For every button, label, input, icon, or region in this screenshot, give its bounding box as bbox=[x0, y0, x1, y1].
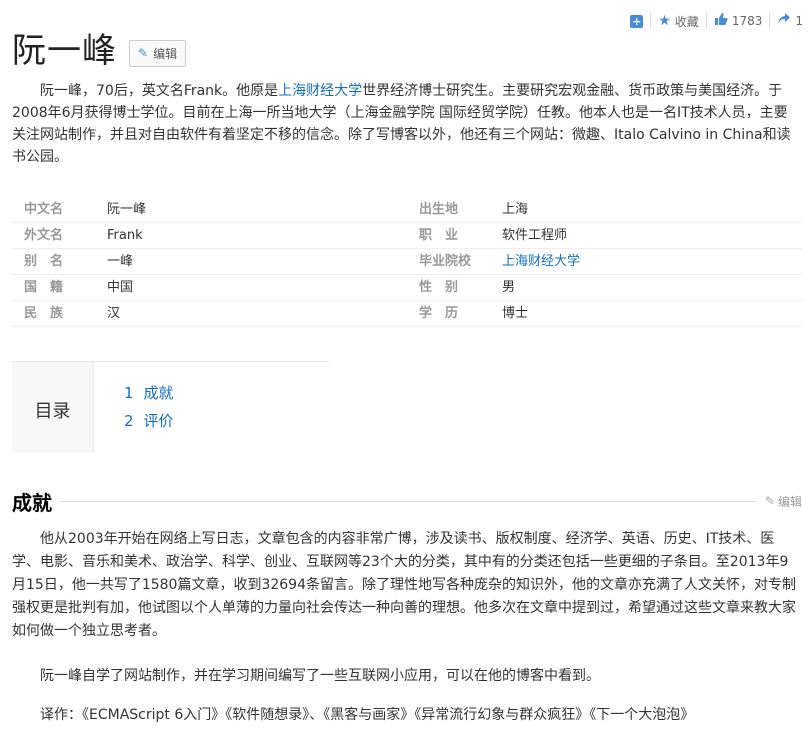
share-button[interactable]: 1 bbox=[769, 13, 810, 29]
toc-item-label: 成就 bbox=[143, 384, 174, 402]
university-link[interactable]: 上海财经大学 bbox=[278, 83, 362, 99]
section-header: 成就 ✎ 编辑 bbox=[12, 487, 802, 515]
info-row: 外文名 Frank 职 业 软件工程师 bbox=[12, 223, 802, 249]
toc-item-achievements[interactable]: 1 成就 bbox=[124, 379, 329, 407]
section-paragraph: 阮一峰自学了网站制作，并在学习期间编写了一些互联网小应用，可以在他的博客中看到。 bbox=[40, 668, 600, 684]
plus-icon: + bbox=[630, 14, 644, 28]
info-value: 一峰 bbox=[107, 254, 134, 269]
info-row: 国 籍 中国 性 别 男 bbox=[12, 275, 802, 301]
section-edit-button[interactable]: ✎ 编辑 bbox=[765, 493, 802, 510]
add-button[interactable]: + bbox=[623, 13, 650, 29]
like-button[interactable]: 1783 bbox=[705, 12, 770, 30]
collect-button[interactable]: ★ 收藏 bbox=[650, 13, 706, 29]
section-divider bbox=[60, 500, 757, 502]
info-key: 性 别 bbox=[419, 280, 459, 295]
info-value: 软件工程师 bbox=[502, 228, 568, 243]
collect-label: 收藏 bbox=[674, 14, 699, 29]
star-icon: ★ bbox=[658, 13, 671, 29]
like-count: 1783 bbox=[731, 14, 763, 28]
pencil-icon: ✎ bbox=[764, 494, 775, 508]
toc-item-evaluation[interactable]: 2 评价 bbox=[124, 407, 329, 435]
toc-number: 1 bbox=[124, 384, 134, 402]
info-key: 别 名 bbox=[24, 254, 64, 269]
info-value: 中国 bbox=[107, 280, 134, 295]
info-row: 别 名 一峰 毕业院校 上海财经大学 bbox=[12, 249, 802, 275]
info-value: 汉 bbox=[107, 306, 121, 321]
title-row: 阮一峰 ✎ 编辑 bbox=[12, 30, 187, 72]
info-value: Frank bbox=[107, 228, 143, 243]
section-paragraph: 他从2003年开始在网络上写日志，文章包含的内容非常广博，涉及读书、版权制度、经… bbox=[12, 531, 796, 639]
section-title: 成就 bbox=[12, 490, 52, 515]
summary-paragraph: 阮一峰，70后，英文名Frank。他原是上海财经大学世界经济博士研究生。主要研究… bbox=[12, 80, 794, 168]
info-key: 职 业 bbox=[419, 228, 459, 243]
school-link[interactable]: 上海财经大学 bbox=[502, 254, 580, 269]
toc-list: 1 成就 2 评价 bbox=[94, 362, 329, 453]
share-icon bbox=[777, 12, 791, 30]
toc-label: 目录 bbox=[12, 362, 94, 453]
info-key: 外文名 bbox=[24, 228, 64, 243]
info-key: 出生地 bbox=[419, 202, 459, 217]
edit-button[interactable]: ✎ 编辑 bbox=[129, 39, 187, 67]
table-of-contents: 目录 1 成就 2 评价 bbox=[12, 361, 329, 453]
info-value: 男 bbox=[502, 280, 516, 295]
section-paragraph: 译作：《ECMAScript 6入门》《软件随想录》、《黑客与画家》《异常流行幻… bbox=[40, 707, 695, 723]
section-edit-label: 编辑 bbox=[777, 494, 802, 509]
top-toolbar: + ★ 收藏 1783 1 bbox=[623, 10, 810, 32]
info-value: 阮一峰 bbox=[107, 202, 147, 217]
summary-text-1: 阮一峰，70后，英文名Frank。他原是 bbox=[40, 83, 279, 99]
edit-label: 编辑 bbox=[153, 46, 178, 61]
info-row: 民 族 汉 学 历 博士 bbox=[12, 301, 802, 327]
basic-info-table: 中文名 阮一峰 出生地 上海 外文名 Frank 职 业 软件工程师 别 名 一… bbox=[12, 197, 802, 327]
info-value: 上海 bbox=[502, 202, 529, 217]
page-title: 阮一峰 bbox=[12, 31, 117, 71]
pencil-icon: ✎ bbox=[138, 46, 149, 60]
share-count: 1 bbox=[795, 14, 803, 28]
info-key: 民 族 bbox=[24, 306, 64, 321]
info-key: 学 历 bbox=[419, 306, 459, 321]
info-key: 毕业院校 bbox=[419, 254, 472, 269]
info-key: 国 籍 bbox=[24, 280, 64, 295]
info-value: 博士 bbox=[502, 306, 529, 321]
toc-number: 2 bbox=[124, 412, 134, 430]
info-key: 中文名 bbox=[24, 202, 64, 217]
thumbs-up-icon bbox=[714, 12, 728, 30]
toc-item-label: 评价 bbox=[143, 412, 174, 430]
info-row: 中文名 阮一峰 出生地 上海 bbox=[12, 197, 802, 223]
